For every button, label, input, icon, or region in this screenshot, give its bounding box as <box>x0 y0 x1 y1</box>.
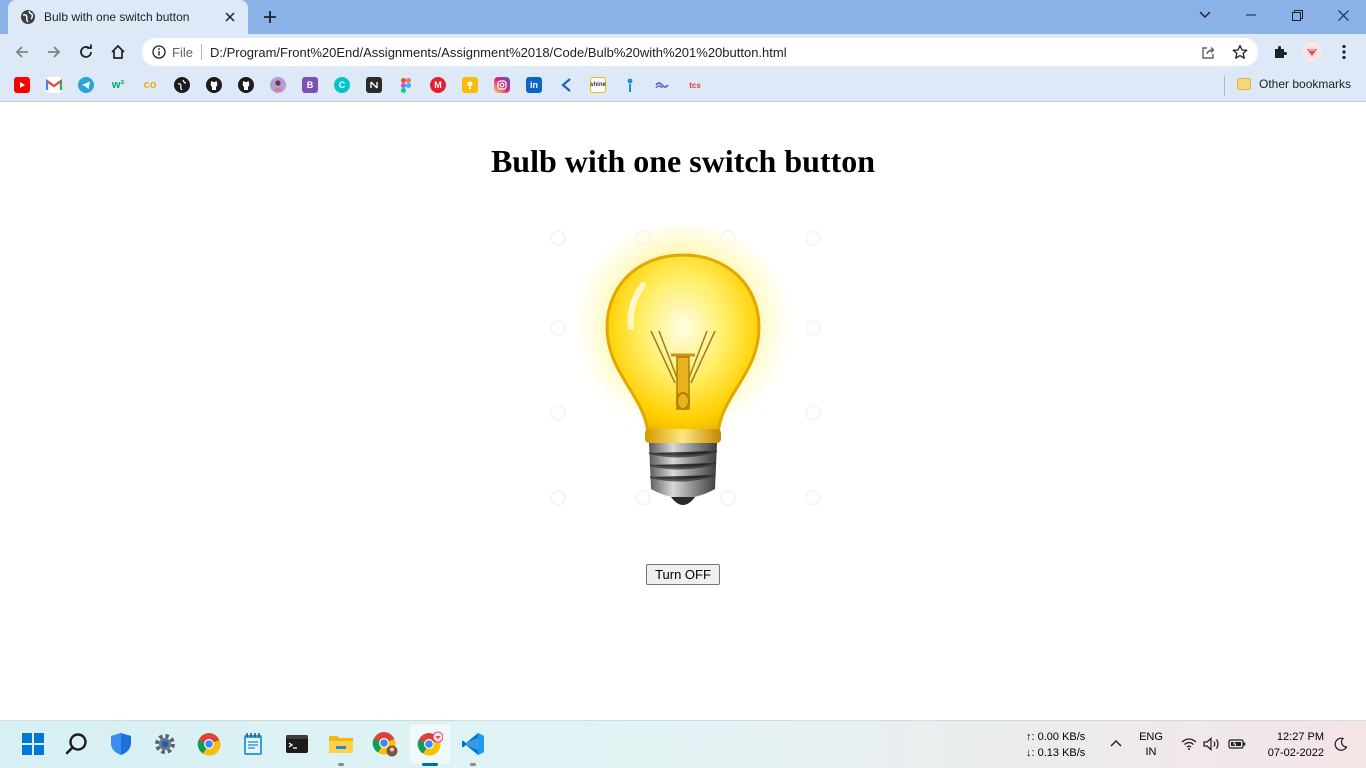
coursera-icon[interactable]: co <box>142 77 158 93</box>
chrome-profile-icon[interactable] <box>372 731 398 757</box>
minimize-button[interactable] <box>1228 0 1274 30</box>
page-content: Bulb with one switch button Turn OFF <box>0 103 1366 720</box>
clock-time: 12:27 PM <box>1276 731 1324 743</box>
freelancer-icon[interactable] <box>622 77 638 93</box>
canva-icon[interactable]: C <box>334 77 350 93</box>
github-icon[interactable] <box>206 77 222 93</box>
settings-gear-icon[interactable] <box>152 731 178 757</box>
address-bar[interactable]: File D:/Program/Front%20End/Assignments/… <box>142 38 1258 66</box>
linkedin-icon[interactable]: in <box>526 77 542 93</box>
chrome-icon[interactable] <box>196 731 222 757</box>
globe-icon <box>20 9 36 25</box>
notion-icon[interactable] <box>366 77 382 93</box>
security-shield-icon[interactable] <box>108 731 134 757</box>
google-keep-icon[interactable] <box>462 77 478 93</box>
reload-icon[interactable] <box>74 40 98 64</box>
extensions-icon[interactable] <box>1268 40 1292 64</box>
github-icon[interactable] <box>238 77 254 93</box>
menu-icon[interactable] <box>1332 40 1356 64</box>
back-icon[interactable] <box>10 40 34 64</box>
tab-strip: Bulb with one switch button <box>0 0 1366 34</box>
globe-bookmark-icon[interactable] <box>174 77 190 93</box>
scheme-label: File <box>172 44 193 60</box>
network-speed: ↑: 0.00 KB/s ↓: 0.13 KB/s <box>1026 729 1085 761</box>
chevron-up-icon[interactable] <box>1108 735 1124 751</box>
region-code: IN <box>1145 746 1157 758</box>
clock[interactable]: 12:27 PM 07-02-2022 <box>1256 729 1324 761</box>
mcafee-icon[interactable]: M <box>430 77 446 93</box>
instagram-icon[interactable] <box>494 77 510 93</box>
profile-avatar-icon[interactable] <box>1300 40 1324 64</box>
vscode-icon[interactable] <box>460 731 486 757</box>
bookmarks-bar: w³ co B C M in shine tcs Other bookmarks <box>0 70 1366 102</box>
share-icon[interactable] <box>1200 44 1216 60</box>
folder-icon[interactable] <box>1237 78 1251 90</box>
kotlin-icon[interactable] <box>558 77 574 93</box>
active-chrome-window[interactable] <box>410 724 450 764</box>
browser-toolbar: File D:/Program/Front%20End/Assignments/… <box>0 34 1366 70</box>
page-title: Bulb with one switch button <box>490 143 876 179</box>
focus-assist-moon-icon[interactable] <box>1332 736 1350 752</box>
bootstrap-icon[interactable]: B <box>302 77 318 93</box>
w3schools-icon[interactable]: w³ <box>110 77 126 93</box>
stack-icon[interactable] <box>654 77 670 93</box>
upload-speed: ↑: 0.00 KB/s <box>1026 731 1086 743</box>
windows-start-icon[interactable] <box>20 731 46 757</box>
windows-taskbar: ↑: 0.00 KB/s ↓: 0.13 KB/s ENG IN 12:27 P… <box>0 720 1366 768</box>
close-tab-icon[interactable] <box>222 9 238 25</box>
address-separator <box>200 44 202 60</box>
url-text[interactable]: D:/Program/Front%20End/Assignments/Assig… <box>210 45 787 60</box>
home-icon[interactable] <box>106 40 130 64</box>
light-bulb-image <box>533 223 833 523</box>
file-explorer-icon[interactable] <box>328 731 354 757</box>
wifi-icon[interactable] <box>1180 736 1198 752</box>
shine-icon[interactable]: shine <box>590 77 606 93</box>
notepad-icon[interactable] <box>240 731 266 757</box>
explorer-running-indicator <box>338 763 344 766</box>
other-bookmarks[interactable]: Other bookmarks <box>1259 77 1351 91</box>
toggle-switch-button[interactable]: Turn OFF <box>646 564 720 585</box>
telegram-icon[interactable] <box>78 77 94 93</box>
site-info-icon[interactable] <box>152 45 166 59</box>
tab-title: Bulb with one switch button <box>44 10 190 24</box>
tcs-icon[interactable]: tcs <box>686 77 704 93</box>
restore-button[interactable] <box>1274 0 1320 30</box>
avatar-icon[interactable] <box>270 77 286 93</box>
new-tab-button[interactable] <box>260 7 280 27</box>
browser-tab[interactable]: Bulb with one switch button <box>8 0 248 34</box>
bookmark-star-icon[interactable] <box>1232 44 1248 60</box>
language-code: ENG <box>1139 731 1163 743</box>
terminal-icon[interactable] <box>284 731 310 757</box>
download-speed: ↓: 0.13 KB/s <box>1026 747 1086 759</box>
figma-icon[interactable] <box>398 77 414 93</box>
youtube-icon[interactable] <box>14 77 30 93</box>
input-language[interactable]: ENG IN <box>1138 730 1164 760</box>
vscode-running-indicator <box>470 763 476 766</box>
search-icon[interactable] <box>64 731 90 757</box>
bookmarks-separator <box>1224 76 1225 96</box>
tab-search-icon[interactable] <box>1182 0 1228 30</box>
chrome-active-indicator <box>422 763 438 766</box>
gmail-icon[interactable] <box>46 77 62 93</box>
close-window-button[interactable] <box>1320 0 1366 30</box>
volume-icon[interactable] <box>1203 736 1221 752</box>
forward-icon[interactable] <box>42 40 66 64</box>
clock-date: 07-02-2022 <box>1267 747 1324 759</box>
battery-icon[interactable] <box>1228 736 1246 752</box>
